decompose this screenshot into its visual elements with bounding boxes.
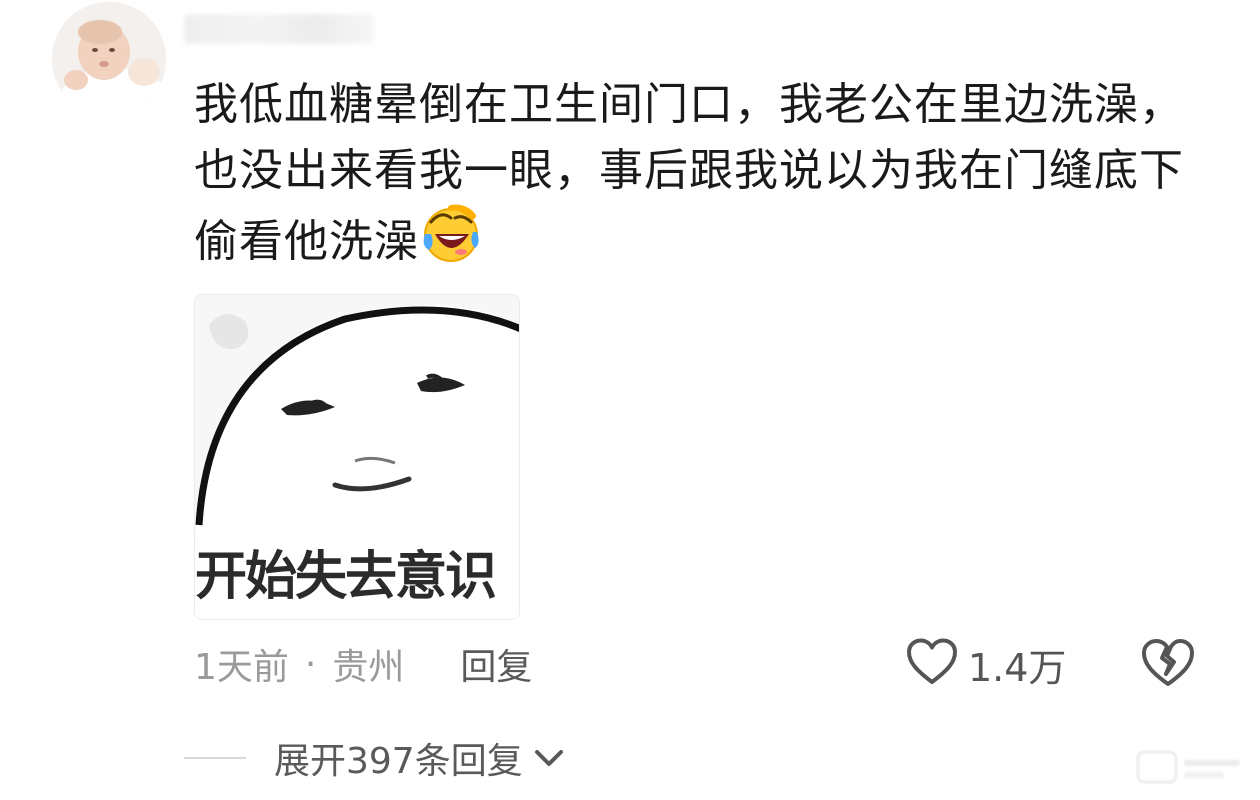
comment-location: 贵州 xyxy=(332,647,405,688)
expand-replies-button[interactable]: 展开397条回复 xyxy=(274,732,565,784)
comment-body: 我低血糖晕倒在卫生间门口，我老公在里边洗澡，也没出来看我一眼，事后跟我说以为我在… xyxy=(194,72,1214,275)
watermark xyxy=(1136,746,1246,790)
heart-outline-icon xyxy=(906,638,958,690)
username-blurred[interactable] xyxy=(184,14,374,44)
meme-image[interactable]: 开始失去意识 xyxy=(194,294,520,620)
comment-time: 1天前 xyxy=(194,647,289,688)
baby-photo-icon xyxy=(52,2,166,116)
divider-line xyxy=(184,757,246,759)
avatar[interactable] xyxy=(52,2,166,116)
face-with-tears-of-joy-icon xyxy=(421,204,481,264)
broken-heart-icon xyxy=(1140,639,1196,692)
like-count: 1.4万 xyxy=(968,645,1067,690)
meme-caption: 开始失去意识 xyxy=(195,547,497,607)
expand-replies-label: 展开397条回复 xyxy=(274,741,523,782)
like-button[interactable]: 1.4万 xyxy=(906,634,1066,694)
reply-button[interactable]: 回复 xyxy=(460,638,532,690)
chevron-down-icon xyxy=(533,746,565,770)
comment-text: 我低血糖晕倒在卫生间门口，我老公在里边洗澡，也没出来看我一眼，事后跟我说以为我在… xyxy=(194,79,1184,267)
comment-meta: 1天前 · 贵州 回复 xyxy=(194,634,532,694)
expand-replies-row: 展开397条回复 xyxy=(184,728,565,788)
comment-screen: 我低血糖晕倒在卫生间门口，我老公在里边洗澡，也没出来看我一眼，事后跟我说以为我在… xyxy=(0,0,1260,800)
meta-separator: · xyxy=(304,643,317,685)
dislike-button[interactable] xyxy=(1140,638,1196,690)
